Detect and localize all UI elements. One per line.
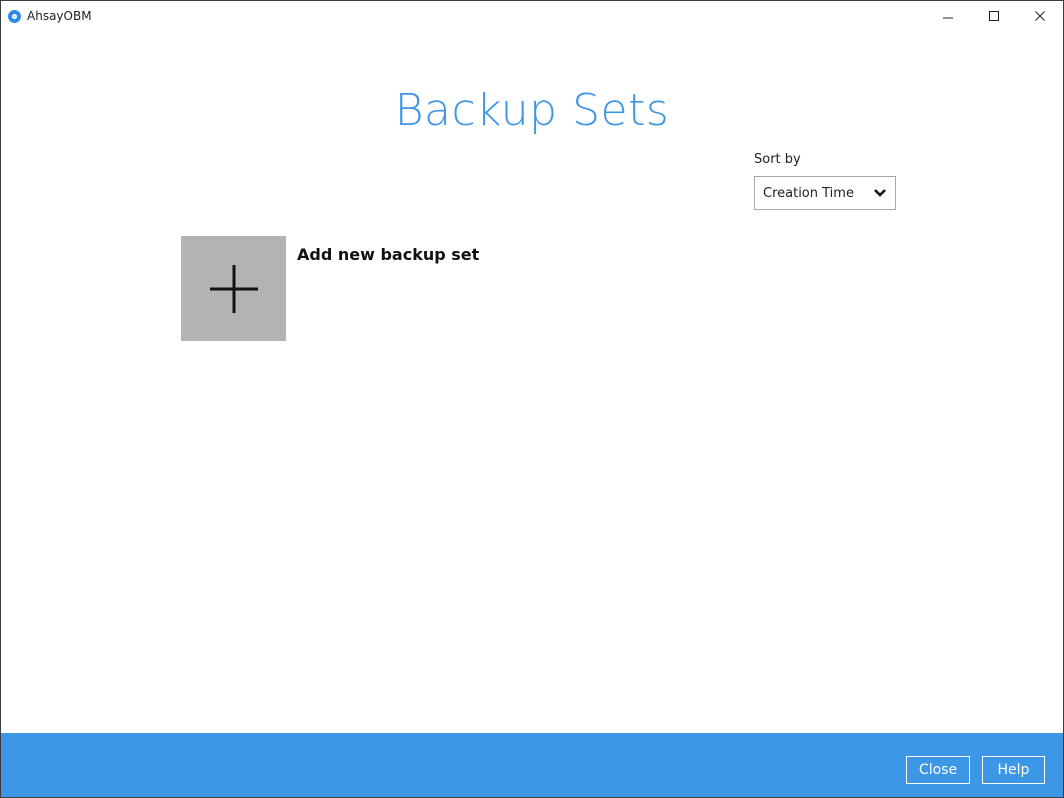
sort-by-dropdown[interactable]: Creation Time [754, 176, 896, 210]
help-button[interactable]: Help [982, 756, 1045, 784]
minimize-button[interactable] [925, 1, 971, 31]
close-icon [1035, 11, 1045, 21]
maximize-button[interactable] [971, 1, 1017, 31]
title-bar[interactable]: AhsayOBM [1, 1, 1063, 31]
chevron-down-icon [874, 189, 886, 197]
minimize-icon [943, 17, 953, 19]
add-new-backup-set-label[interactable]: Add new backup set [297, 245, 479, 264]
page-title: Backup Sets [394, 85, 670, 136]
ahsay-logo-icon [8, 9, 21, 23]
window-controls [925, 1, 1063, 31]
footer-bar: Close Help [1, 733, 1063, 797]
window-title: AhsayOBM [27, 9, 92, 23]
close-button[interactable]: Close [906, 756, 970, 784]
app-window: AhsayOBM Backup Sets Sort by Creation Ti… [0, 0, 1064, 798]
maximize-icon [989, 11, 999, 21]
add-backup-set-tile[interactable] [181, 236, 286, 341]
sort-by-selected-value: Creation Time [763, 185, 854, 201]
plus-icon [209, 264, 258, 313]
sort-by-label: Sort by [754, 152, 801, 167]
window-close-button[interactable] [1017, 1, 1063, 31]
